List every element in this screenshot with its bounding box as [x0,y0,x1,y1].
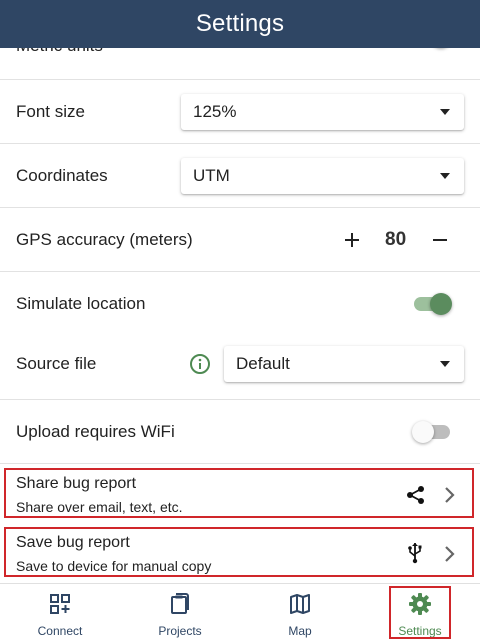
save-bug-report-item[interactable]: Save bug report Save to device for manua… [4,527,474,577]
simulate-location-label: Simulate location [16,294,146,313]
source-file-label: Source file [16,354,97,373]
selection-highlight [389,586,451,639]
save-bug-report-subtitle: Save to device for manual copy [16,558,212,574]
toggle-knob [430,293,452,315]
coordinates-label: Coordinates [16,166,108,185]
upload-wifi-label: Upload requires WiFi [16,422,175,441]
source-file-select[interactable]: Default [224,346,464,382]
tab-label: Map [288,624,312,638]
gps-accuracy-row: GPS accuracy (meters) 80 [0,208,480,272]
tab-label: Connect [37,624,83,638]
metric-units-row: Metric units [0,48,480,62]
dropdown-caret-icon [440,109,450,115]
settings-list[interactable]: Metric units Font size 125% Coordinates … [0,48,480,583]
source-file-value: Default [236,354,290,373]
chevron-right-icon [445,546,455,562]
divider [0,463,480,464]
plus-icon [345,233,359,247]
font-size-value: 125% [193,102,237,121]
simulate-location-row: Simulate location [0,272,480,336]
toggle-knob [412,421,434,443]
coordinates-row: Coordinates UTM [0,144,480,208]
simulate-location-toggle[interactable] [412,293,452,315]
dropdown-caret-icon [440,361,450,367]
gps-accuracy-value: 80 [385,229,407,250]
font-size-label: Font size [16,102,85,121]
info-icon[interactable] [189,353,211,375]
upload-wifi-row: Upload requires WiFi [0,400,480,464]
clipboard-icon [171,593,189,614]
increase-button[interactable] [340,228,364,252]
metric-units-label: Metric units [16,48,103,56]
gps-accuracy-label: GPS accuracy (meters) [16,230,193,249]
usb-icon [408,543,422,564]
app-header: Settings [0,0,480,48]
font-size-row: Font size 125% [0,80,480,144]
coordinates-value: UTM [193,166,230,185]
page-title: Settings [195,10,285,37]
qr-code-icon [50,594,70,614]
save-bug-report-title: Save bug report [16,534,130,551]
share-bug-report-item[interactable]: Share bug report Share over email, text,… [4,468,474,518]
tab-map[interactable]: Map [240,584,360,640]
share-bug-report-title: Share bug report [16,475,137,492]
dropdown-caret-icon [440,173,450,179]
font-size-select[interactable]: 125% [181,94,464,130]
coordinates-select[interactable]: UTM [181,158,464,194]
share-bug-report-subtitle: Share over email, text, etc. [16,499,183,515]
minus-icon [433,239,447,241]
upload-wifi-toggle[interactable] [412,421,452,443]
tab-label: Projects [158,624,202,638]
decrease-button[interactable] [428,228,452,252]
tab-projects[interactable]: Projects [120,584,240,640]
source-file-row: Source file Default [0,336,480,392]
map-icon [290,594,310,614]
chevron-right-icon [445,487,455,503]
share-icon [407,486,424,504]
tab-connect[interactable]: Connect [0,584,120,640]
